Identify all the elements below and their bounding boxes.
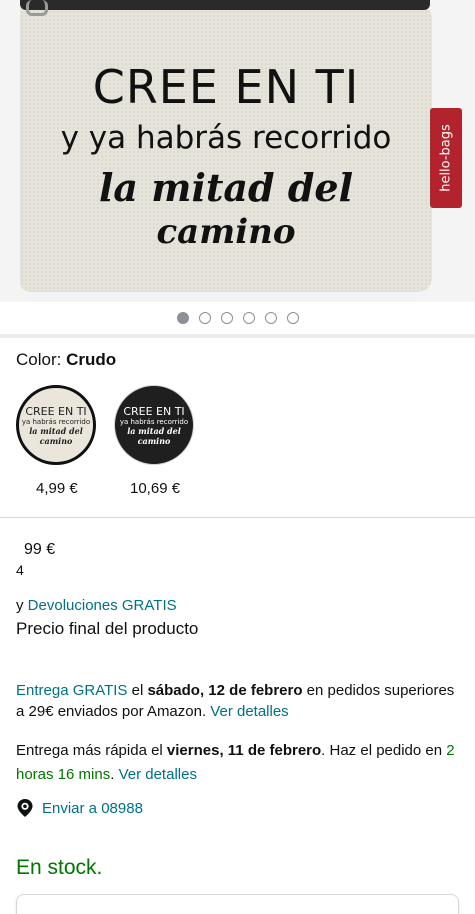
color-selector-label: Color: Crudo: [16, 350, 116, 370]
swatch-price: 10,69 €: [130, 480, 181, 497]
carousel-dot[interactable]: [176, 312, 189, 324]
free-returns-link[interactable]: Devoluciones GRATIS: [28, 597, 177, 614]
fast-delivery-text: . Haz el pedido en: [321, 742, 447, 759]
carousel-indicators: [0, 312, 475, 324]
swatch-line3: la mitad del: [29, 425, 83, 436]
swatch-line2: ya habrás recorrido: [21, 417, 91, 426]
product-print-line1: CREE EN TI: [92, 60, 360, 114]
fast-delivery-date: viernes, 11 de febrero: [166, 742, 322, 759]
fast-delivery-text: .: [110, 766, 119, 783]
price-decimal: 99 €: [24, 541, 56, 558]
fast-delivery-info: Entrega más rápida el viernes, 11 de feb…: [16, 739, 466, 787]
delivery-date: sábado, 12 de febrero: [147, 682, 303, 699]
swatch-line1: CREE EN TI: [25, 404, 87, 418]
returns-info: y Devoluciones GRATIS: [16, 597, 177, 614]
zipper-pull: [26, 0, 48, 16]
delivery-info: Entrega GRATIS el sábado, 12 de febrero …: [16, 680, 466, 722]
carousel-dot[interactable]: [242, 312, 255, 324]
product-print-line4: camino: [156, 212, 296, 252]
price-integer: 4: [16, 562, 24, 578]
deliver-to-location[interactable]: Enviar a 08988: [16, 798, 143, 818]
delivery-details-link[interactable]: Ver detalles: [210, 703, 288, 720]
returns-prefix: y: [16, 597, 28, 614]
delivery-text: el: [127, 682, 148, 699]
product-print-line3: la mitad del: [98, 165, 354, 210]
section-divider: [0, 334, 475, 338]
quantity-selector[interactable]: [16, 894, 459, 914]
final-price-text: Precio final del producto: [16, 619, 199, 638]
swatch-line2: ya habrás recorrido: [119, 417, 189, 426]
carousel-dot[interactable]: [286, 312, 299, 324]
swatch-line3: la mitad del: [127, 425, 181, 436]
color-label: Color:: [16, 350, 62, 369]
swatch-line4: camino: [39, 435, 73, 446]
fast-delivery-text: Entrega más rápida el: [16, 742, 167, 759]
section-divider: [0, 517, 475, 518]
zipper: [20, 0, 430, 10]
location-pin-icon: [17, 799, 33, 817]
product-image-carousel[interactable]: CREE EN TI y ya habrás recorrido la mita…: [0, 0, 475, 302]
product-print-line2: y ya habrás recorrido: [60, 120, 392, 156]
free-delivery-link[interactable]: Entrega GRATIS: [16, 682, 127, 699]
color-value: Crudo: [66, 350, 117, 369]
color-swatch-black[interactable]: CREE EN TI ya habrás recorrido la mitad …: [114, 385, 194, 465]
carousel-dot[interactable]: [198, 312, 211, 324]
swatch-line4: camino: [137, 435, 171, 446]
swatch-price: 4,99 €: [36, 480, 78, 497]
carousel-dot[interactable]: [264, 312, 277, 324]
color-swatch-crudo[interactable]: CREE EN TI ya habrás recorrido la mitad …: [16, 385, 96, 465]
location-label[interactable]: Enviar a 08988: [42, 800, 143, 817]
fast-delivery-details-link[interactable]: Ver detalles: [119, 766, 197, 783]
stock-status: En stock.: [16, 856, 103, 879]
brand-tag: hello-bags: [430, 108, 462, 208]
brand-tag-label: hello-bags: [438, 124, 454, 192]
carousel-dot[interactable]: [220, 312, 233, 324]
swatch-line1: CREE EN TI: [123, 404, 185, 418]
